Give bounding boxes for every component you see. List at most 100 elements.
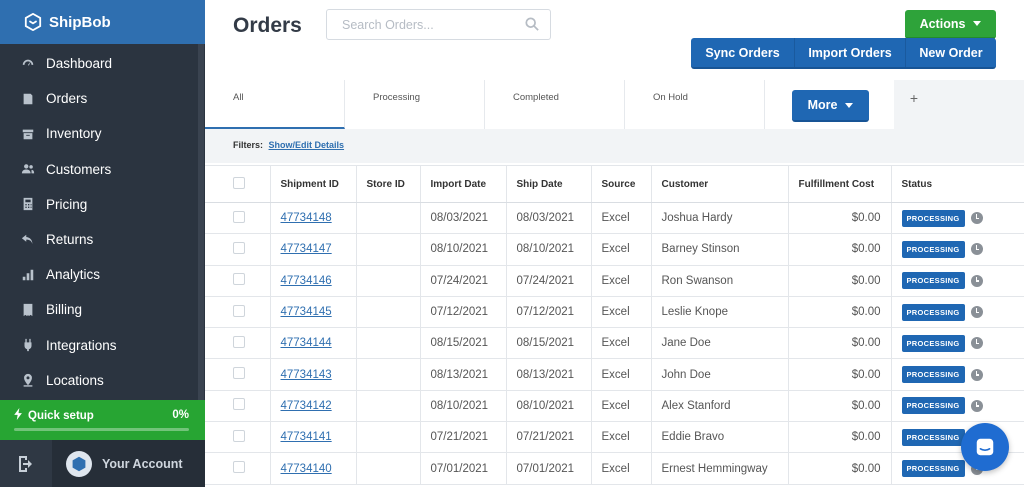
- row-checkbox[interactable]: [233, 304, 245, 317]
- column-header[interactable]: Store ID: [356, 165, 421, 203]
- shipment-id-link[interactable]: 47734140: [281, 463, 332, 475]
- sidebar-scrollbar[interactable]: [198, 44, 204, 400]
- select-all-checkbox[interactable]: [233, 176, 245, 189]
- sidebar-item-returns[interactable]: Returns: [0, 222, 205, 257]
- row-checkbox[interactable]: [233, 210, 245, 223]
- quick-setup[interactable]: Quick setup 0%: [0, 400, 205, 440]
- sidebar-item-pricing[interactable]: Pricing: [0, 187, 205, 222]
- import-date-cell: 07/24/2021: [420, 265, 507, 297]
- clock-icon[interactable]: [970, 243, 983, 256]
- row-checkbox[interactable]: [233, 398, 245, 411]
- clock-icon[interactable]: [970, 399, 983, 412]
- row-checkbox[interactable]: [233, 461, 245, 474]
- column-header[interactable]: Customer: [651, 165, 789, 203]
- shipment-id-link[interactable]: 47734141: [281, 431, 332, 443]
- clock-icon[interactable]: [970, 274, 983, 287]
- search-box[interactable]: [326, 9, 551, 40]
- table-row[interactable]: 47734141 07/21/2021 07/21/2021 Excel Eddie B…: [205, 421, 1024, 454]
- store-id-cell: [356, 327, 421, 360]
- sidebar-item-dashboard[interactable]: Dashboard: [0, 46, 205, 81]
- sidebar-item-label: Locations: [46, 372, 104, 388]
- more-tabs-button[interactable]: More: [792, 90, 869, 122]
- sidebar-item-label: Orders: [46, 91, 88, 107]
- tab-all[interactable]: All: [205, 80, 345, 129]
- logout-button[interactable]: [0, 440, 52, 487]
- sidebar-item-label: Pricing: [46, 196, 88, 212]
- table-row[interactable]: 47734147 08/10/2021 08/10/2021 Excel Barney …: [205, 233, 1024, 266]
- status-cell: PROCESSING: [891, 233, 1024, 266]
- add-tab-button[interactable]: +: [894, 80, 934, 129]
- sidebar-item-analytics[interactable]: Analytics: [0, 257, 205, 292]
- table-row[interactable]: 47734148 08/03/2021 08/03/2021 Excel Joshua …: [205, 202, 1024, 235]
- account-avatar[interactable]: [66, 450, 92, 477]
- column-header[interactable]: Fulfillment Cost: [788, 165, 892, 203]
- clock-icon[interactable]: [970, 368, 983, 381]
- column-header[interactable]: Source: [591, 165, 652, 203]
- table-row[interactable]: 47734143 08/13/2021 08/13/2021 Excel John Do…: [205, 358, 1024, 391]
- import-orders-button[interactable]: Import Orders: [795, 38, 906, 67]
- shipment-id-link[interactable]: 47734147: [281, 243, 332, 255]
- fulfillment-cost-cell: $0.00: [788, 452, 892, 485]
- tab-more-container: More: [765, 80, 894, 129]
- row-checkbox[interactable]: [233, 335, 245, 348]
- table-row[interactable]: 47734145 07/12/2021 07/12/2021 Excel Leslie …: [205, 296, 1024, 329]
- import-date-cell: 08/13/2021: [420, 358, 507, 391]
- sidebar-item-orders[interactable]: Orders: [0, 81, 205, 116]
- customer-cell: Barney Stinson: [651, 233, 789, 266]
- shipment-id-link[interactable]: 47734146: [281, 275, 332, 287]
- import-date-cell: 07/12/2021: [420, 296, 507, 329]
- brand-name: ShipBob: [49, 13, 111, 31]
- new-order-button[interactable]: New Order: [906, 38, 996, 67]
- column-header[interactable]: Status: [891, 165, 1024, 203]
- column-header[interactable]: Ship Date: [506, 165, 592, 203]
- row-checkbox[interactable]: [233, 273, 245, 286]
- page-title: Orders: [233, 14, 302, 37]
- location-pin-icon: [20, 372, 36, 388]
- sidebar-item-integrations[interactable]: Integrations: [0, 328, 205, 363]
- clock-icon[interactable]: [970, 337, 983, 350]
- sidebar-item-customers[interactable]: Customers: [0, 152, 205, 187]
- chat-launcher-button[interactable]: [961, 423, 1009, 471]
- row-checkbox[interactable]: [233, 241, 245, 254]
- column-header[interactable]: Shipment ID: [270, 165, 357, 203]
- select-all-header: [205, 165, 271, 203]
- sidebar: ShipBob Dashboard Orders Inventory Custo…: [0, 0, 205, 487]
- actions-dropdown-button[interactable]: Actions: [905, 10, 996, 39]
- clock-icon[interactable]: [970, 306, 983, 319]
- shipment-id-cell: 47734142: [270, 390, 357, 423]
- sidebar-item-locations[interactable]: Locations: [0, 363, 205, 398]
- shipment-id-link[interactable]: 47734143: [281, 369, 332, 381]
- sidebar-item-label: Analytics: [46, 267, 101, 283]
- column-header[interactable]: Import Date: [420, 165, 507, 203]
- shipment-id-link[interactable]: 47734144: [281, 337, 332, 349]
- show-edit-details-link[interactable]: Show/Edit Details: [269, 140, 345, 150]
- shipment-id-link[interactable]: 47734142: [281, 400, 332, 412]
- search-icon[interactable]: [525, 17, 539, 31]
- tab-on-hold[interactable]: On Hold: [625, 80, 765, 129]
- shipment-id-link[interactable]: 47734148: [281, 212, 332, 224]
- table-row[interactable]: 47734146 07/24/2021 07/24/2021 Excel Ron Swa…: [205, 265, 1024, 297]
- row-checkbox[interactable]: [233, 429, 245, 442]
- clock-icon[interactable]: [970, 212, 983, 225]
- sidebar-item-billing[interactable]: Billing: [0, 292, 205, 327]
- source-cell: Excel: [591, 452, 652, 485]
- fulfillment-cost-cell: $0.00: [788, 327, 892, 360]
- tab-completed[interactable]: Completed: [485, 80, 625, 129]
- sidebar-item-label: Billing: [46, 302, 83, 318]
- sidebar-item-inventory[interactable]: Inventory: [0, 116, 205, 151]
- table-row[interactable]: 47734140 07/01/2021 07/01/2021 Excel Ernest …: [205, 452, 1024, 485]
- import-date-cell: 08/15/2021: [420, 327, 507, 360]
- sync-orders-button[interactable]: Sync Orders: [691, 38, 795, 67]
- brand-header[interactable]: ShipBob: [0, 0, 205, 44]
- sidebar-nav: Dashboard Orders Inventory Customers Pri…: [0, 46, 205, 398]
- row-checkbox[interactable]: [233, 367, 245, 380]
- tab-processing[interactable]: Processing: [345, 80, 485, 129]
- table-row[interactable]: 47734142 08/10/2021 08/10/2021 Excel Alex St…: [205, 390, 1024, 423]
- customer-cell: Leslie Knope: [651, 296, 789, 329]
- your-account-link[interactable]: Your Account: [102, 457, 183, 471]
- actions-label: Actions: [919, 16, 966, 31]
- row-select-cell: [205, 296, 271, 329]
- table-row[interactable]: 47734144 08/15/2021 08/15/2021 Excel Jane Do…: [205, 327, 1024, 360]
- search-input[interactable]: [327, 10, 517, 39]
- shipment-id-link[interactable]: 47734145: [281, 306, 332, 318]
